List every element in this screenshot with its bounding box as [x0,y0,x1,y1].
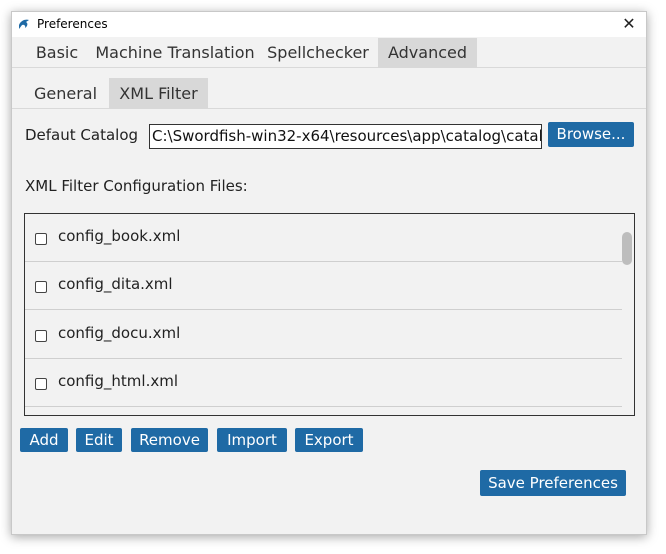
file-name: config_docu.xml [58,324,181,342]
import-button[interactable]: Import [217,428,287,452]
default-catalog-label: Defaut Catalog [25,126,139,144]
list-item[interactable]: config_book.xml [25,214,622,262]
checkbox[interactable] [35,330,47,342]
tab-general[interactable]: General [22,78,109,109]
save-preferences-button[interactable]: Save Preferences [480,470,626,496]
file-name: config_dita.xml [58,275,173,293]
file-name: config_book.xml [58,227,181,245]
tab-xml-filter[interactable]: XML Filter [109,78,208,109]
filter-files-label: XML Filter Configuration Files: [25,177,248,195]
browse-button[interactable]: Browse... [548,122,634,147]
file-name: config_html.xml [58,372,178,390]
list-item[interactable]: config_dita.xml [25,262,622,310]
window-title: Preferences [37,17,108,31]
list-item[interactable]: config_docu.xml [25,311,622,359]
sub-tabs: General XML Filter [12,78,646,109]
checkbox[interactable] [35,281,47,293]
preferences-dialog: Preferences ✕ Basic Machine Translation … [11,11,647,535]
tab-machine-translation[interactable]: Machine Translation [92,38,258,68]
catalog-path-field[interactable]: C:\Swordfish-win32-x64\resources\app\cat… [149,124,542,149]
remove-button[interactable]: Remove [131,428,208,452]
edit-button[interactable]: Edit [76,428,122,452]
swordfish-app-icon [19,19,29,29]
tab-basic[interactable]: Basic [22,38,92,68]
title-bar: Preferences ✕ [12,12,646,37]
filter-file-list: config_book.xml config_dita.xml config_d… [24,213,635,416]
checkbox[interactable] [35,378,47,390]
add-button[interactable]: Add [20,428,68,452]
tab-advanced[interactable]: Advanced [378,38,477,68]
list-item[interactable]: config_html.xml [25,359,622,407]
tab-spellchecker[interactable]: Spellchecker [258,38,378,68]
export-button[interactable]: Export [295,428,363,452]
main-tabs: Basic Machine Translation Spellchecker A… [12,38,646,68]
close-icon[interactable]: ✕ [620,14,638,34]
checkbox[interactable] [35,233,47,245]
scrollbar-thumb[interactable] [622,232,632,265]
